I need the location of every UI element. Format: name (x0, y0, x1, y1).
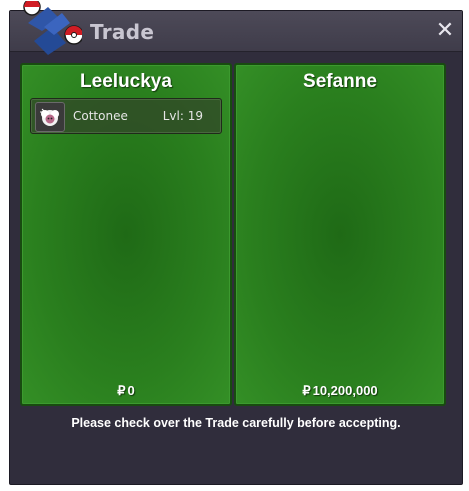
item-name: Cottonee (73, 109, 128, 123)
player-name-partner: Sefanne (303, 71, 377, 92)
item-level: Lvl: 19 (162, 109, 203, 123)
window-title: Trade (90, 20, 155, 44)
money-offer-self: ₽0 (22, 383, 230, 399)
money-amount-partner: 10,200,000 (312, 383, 378, 398)
money-offer-partner: ₽10,200,000 (236, 383, 444, 399)
pokedollar-icon: ₽ (302, 383, 311, 398)
player-name-self: Leeluckya (80, 71, 172, 92)
item-icon-frame (35, 102, 65, 132)
trade-warning-message: Please check over the Trade carefully be… (71, 416, 401, 430)
trade-window: Trade ✕ Leeluckya Cottonee Lvl: 19 ₽ 0 S… (9, 1, 463, 485)
trade-item-slot[interactable]: Cottonee Lvl: 19 (30, 98, 222, 134)
pokeball-logo-icon (23, 1, 82, 55)
pokedollar-icon: ₽ (117, 383, 126, 398)
cottonee-icon (40, 108, 59, 126)
money-amount-self: 0 (127, 383, 135, 398)
close-button[interactable]: ✕ (434, 20, 456, 42)
trade-panel-self: Leeluckya Cottonee Lvl: 19 ₽0 (20, 63, 232, 406)
trade-panel-partner: Sefanne ₽10,200,000 (234, 63, 446, 406)
